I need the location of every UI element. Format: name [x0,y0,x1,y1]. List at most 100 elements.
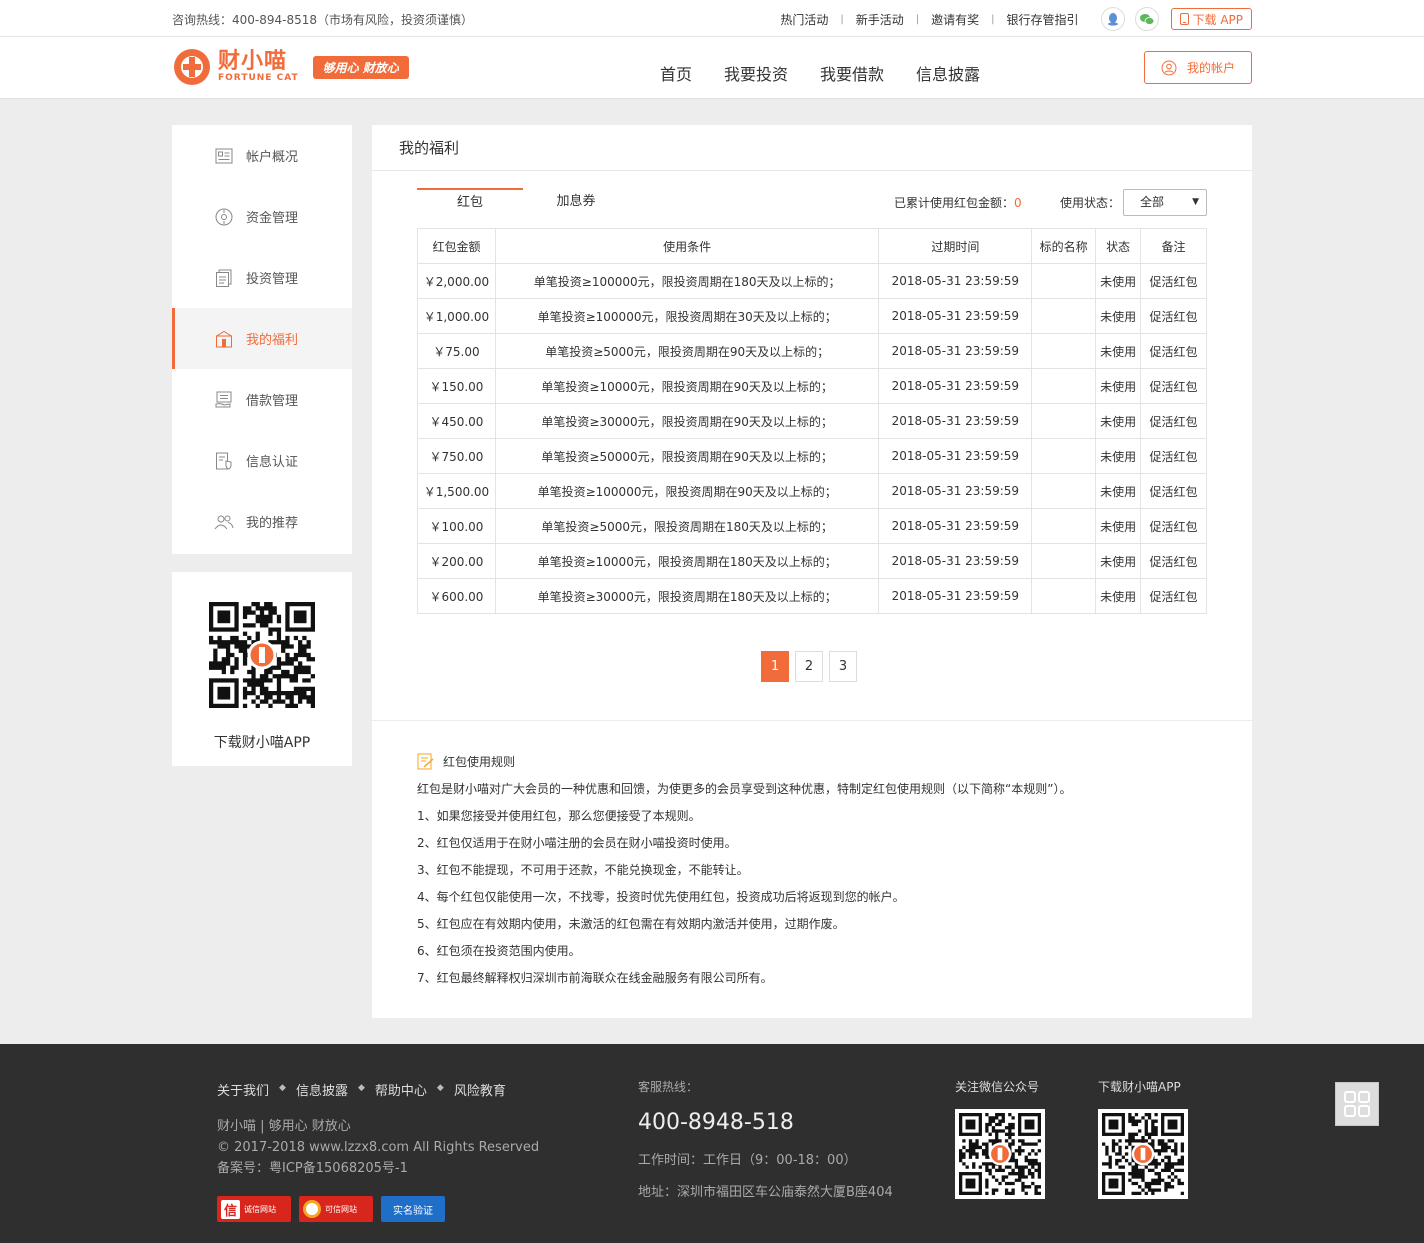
sidebar-item-fund-management[interactable]: 资金管理 [172,186,352,247]
hot-activities-link[interactable]: 热门活动 [768,11,840,28]
newbie-activities-link[interactable]: 新手活动 [844,11,916,28]
cell-expiry: 2018-05-31 23:59:59 [878,508,1033,544]
cell-target [1031,263,1097,299]
used-amount-value: 0 [1014,196,1022,210]
table-row: ￥150.00 单笔投资≥10000元，限投资周期在90天及以上标的； 2018-0… [417,368,1207,404]
sidebar-item-my-benefits[interactable]: 我的福利 [172,308,352,369]
cell-amount: ￥75.00 [417,333,496,369]
brand-logo[interactable]: 财小喵 FORTUNE CAT 够用心 财放心 [172,47,409,87]
bank-depository-guide-link[interactable]: 银行存管指引 [994,11,1090,28]
top-bar: 咨询热线：400-894-8518（市场有风险，投资须谨慎） 热门活动 | 新手… [0,0,1424,37]
sidebar-item-my-referrals[interactable]: 我的推荐 [172,491,352,552]
tab-interest-coupon[interactable]: 加息券 [523,188,629,216]
benefit-tabs: 红包 加息券 [417,188,629,216]
tab-red-packet[interactable]: 红包 [417,188,523,216]
float-menu-button[interactable] [1335,1082,1379,1126]
page-button-1[interactable]: 1 [761,651,789,682]
logo-text: 财小喵 [218,49,288,74]
page-button-3[interactable]: 3 [829,651,857,682]
download-app-button[interactable]: 下载 APP [1170,8,1252,30]
qq-icon[interactable] [1100,7,1125,31]
wechat-icon[interactable] [1134,7,1159,31]
pagination: 1 2 3 [761,651,863,682]
footer-links: 关于我们 ◆ 信息披露 ◆ 帮助中心 ◆ 风险教育 [217,1080,506,1099]
used-amount-summary: 已累计使用红包金额：0 [894,194,1022,211]
document-icon [214,268,234,288]
footer-service: 客服热线： 400-8948-518 工作时间：工作日（9：00-18：00） … [638,1078,893,1200]
status-filter-select[interactable]: 全部 ▼ [1123,189,1207,216]
table-row: ￥200.00 单笔投资≥10000元，限投资周期在180天及以上标的； 2018-… [417,543,1207,579]
rule-item: 1、如果您接受并使用红包，那么您便接受了本规则。 [417,809,701,823]
app-qr-caption: 下载财小喵APP [213,735,311,751]
cell-remark: 促活红包 [1140,578,1207,614]
bullet: ◆ [436,1083,444,1093]
footer-link-disclosure[interactable]: 信息披露 [296,1080,348,1099]
sidebar-item-loan-management[interactable]: 借款管理 [172,369,352,430]
cell-target [1031,543,1097,579]
footer-link-help[interactable]: 帮助中心 [375,1080,427,1099]
app-download-footer: 下载财小喵APP [1098,1078,1188,1199]
user-icon [1161,60,1177,75]
nav-home[interactable]: 首页 [660,61,692,85]
column-header-condition: 使用条件 [494,228,880,264]
nav-borrow[interactable]: 我要借款 [820,61,884,85]
service-hours: 工作时间：工作日（9：00-18：00） [638,1153,857,1168]
cell-amount: ￥150.00 [417,368,496,404]
cell-target [1031,298,1097,334]
red-packet-table: 红包金额 使用条件 过期时间 标的名称 状态 备注 ￥2,000.00 单笔投资≥… [417,228,1207,614]
column-header-amount: 红包金额 [417,228,496,264]
cell-status: 未使用 [1095,473,1142,509]
table-header-row: 红包金额 使用条件 过期时间 标的名称 状态 备注 [417,228,1207,264]
footer: 关于我们 ◆ 信息披露 ◆ 帮助中心 ◆ 风险教育 财小喵 | 够用心 财放心 … [0,1044,1424,1243]
rule-item: 2、红包仅适用于在财小喵注册的会员在财小喵投资时使用。 [417,836,737,850]
logo-english: FORTUNE CAT [218,73,299,83]
main-header: 财小喵 FORTUNE CAT 够用心 财放心 首页 我要投资 我要借款 信息披… [0,37,1424,99]
rules-doc-icon [417,753,434,769]
cell-expiry: 2018-05-31 23:59:59 [878,368,1033,404]
cell-status: 未使用 [1095,298,1142,334]
users-icon [214,512,234,532]
nav-disclosure[interactable]: 信息披露 [916,61,980,85]
bullet: ◆ [357,1083,365,1093]
wechat-qr-code[interactable] [958,1112,1042,1196]
bullet: ◆ [279,1083,286,1093]
sidebar-item-label: 我的推荐 [246,516,299,531]
cell-expiry: 2018-05-31 23:59:59 [878,578,1033,614]
nav-invest[interactable]: 我要投资 [724,61,788,85]
rule-item: 5、红包应在有效期内使用，未激活的红包需在有效期内激活并使用，过期作废。 [417,917,845,931]
cell-amount: ￥200.00 [417,543,496,579]
cell-remark: 促活红包 [1140,403,1207,439]
rules-title-text: 红包使用规则 [443,754,516,769]
column-header-target: 标的名称 [1031,228,1097,264]
my-account-button[interactable]: 我的帐户 [1144,51,1252,84]
footer-link-risk-education[interactable]: 风险教育 [454,1080,506,1099]
footer-app-qr-code[interactable] [1101,1112,1185,1196]
wechat-label: 关注微信公众号 [955,1080,1040,1094]
badge-integrity-site[interactable]: 信 诚信网站 [217,1196,291,1222]
page-title: 我的福利 [372,125,1252,171]
badge-real-name-verification[interactable]: 实名验证 [381,1196,445,1222]
caret-down-icon: ▼ [1192,197,1199,207]
invite-reward-link[interactable]: 邀请有奖 [919,11,991,28]
cell-remark: 促活红包 [1140,263,1207,299]
cell-condition: 单笔投资≥30000元，限投资周期在90天及以上标的； [494,403,880,439]
cell-remark: 促活红包 [1140,543,1207,579]
sidebar-item-investment-management[interactable]: 投资管理 [172,247,352,308]
badge-trusted-site[interactable]: 可信网站 [299,1196,373,1222]
benefits-panel: 我的福利 红包 加息券 已累计使用红包金额：0 使用状态： 全部 ▼ 红包金额 … [372,125,1252,1018]
table-row: ￥1,000.00 单笔投资≥100000元，限投资周期在30天及以上标的； 201… [417,298,1207,334]
table-row: ￥1,500.00 单笔投资≥100000元，限投资周期在90天及以上标的； 201… [417,473,1207,509]
app-qr-code[interactable] [209,602,315,708]
my-account-label: 我的帐户 [1186,61,1235,75]
wechat-follow: 关注微信公众号 [955,1078,1045,1199]
page-button-2[interactable]: 2 [795,651,823,682]
divider [372,720,1252,721]
sidebar-item-account-overview[interactable]: 帐户概况 [172,125,352,186]
footer-link-about[interactable]: 关于我们 [217,1080,269,1099]
table-row: ￥600.00 单笔投资≥30000元，限投资周期在180天及以上标的； 2018-… [417,578,1207,614]
sidebar-item-info-verification[interactable]: 信息认证 [172,430,352,491]
footer-copyright: 财小喵 | 够用心 财放心 © 2017-2018 www.lzzx8.com … [217,1116,539,1179]
cell-status: 未使用 [1095,333,1142,369]
cell-condition: 单笔投资≥10000元，限投资周期在90天及以上标的； [494,368,880,404]
cell-remark: 促活红包 [1140,333,1207,369]
